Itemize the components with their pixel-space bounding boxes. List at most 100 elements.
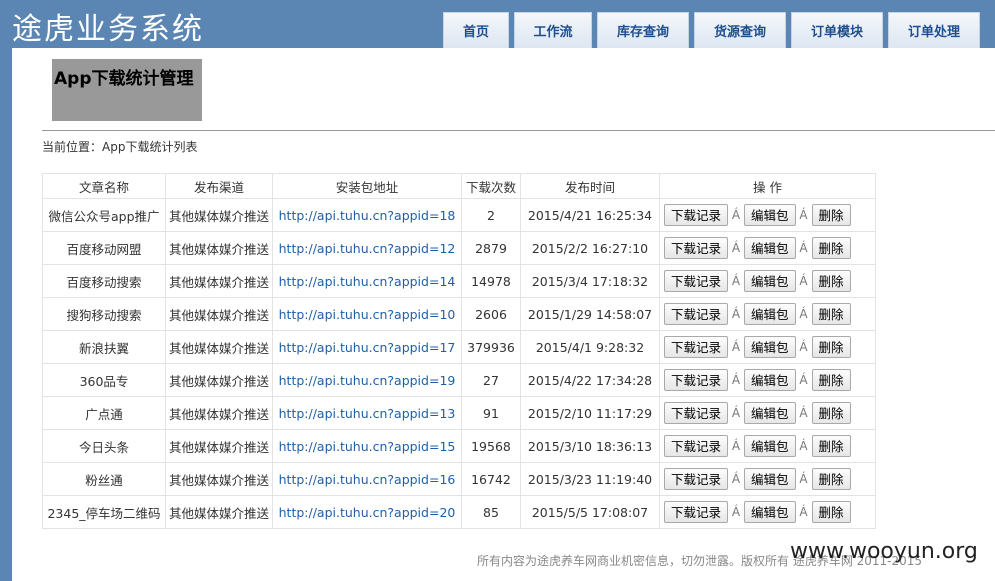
cell-article-name: 粉丝通 [42, 462, 166, 496]
separator-glyph: Á [799, 439, 808, 453]
tab-home[interactable]: 首页 [443, 12, 509, 48]
delete-button[interactable]: 删除 [811, 435, 851, 457]
edit-package-button[interactable]: 编辑包 [744, 468, 796, 490]
download-records-button[interactable]: 下载记录 [664, 369, 729, 391]
cell-channel: 其他媒体媒介推送 [165, 330, 273, 364]
cell-publish-time: 2015/4/21 16:25:34 [520, 198, 660, 232]
cell-channel: 其他媒体媒介推送 [165, 462, 273, 496]
main-content: App下载统计管理 当前位置：App下载统计列表 文章名称 发布渠道 安装包地址… [12, 48, 995, 581]
separator-glyph: Á [799, 373, 808, 387]
download-records-button[interactable]: 下载记录 [664, 336, 729, 358]
cell-download-count: 2879 [461, 231, 521, 265]
download-records-button[interactable]: 下载记录 [664, 237, 729, 259]
cell-package-url[interactable]: http://api.tuhu.cn?appid=18 [272, 198, 462, 232]
download-records-button[interactable]: 下载记录 [664, 204, 729, 226]
cell-channel: 其他媒体媒介推送 [165, 198, 273, 232]
edit-package-button[interactable]: 编辑包 [744, 435, 796, 457]
cell-publish-time: 2015/4/22 17:34:28 [520, 363, 660, 397]
separator-glyph: Á [799, 505, 808, 519]
download-records-button[interactable]: 下载记录 [664, 501, 729, 523]
table-row: 搜狗移动搜索 其他媒体媒介推送 http://api.tuhu.cn?appid=1… [42, 297, 876, 331]
cell-download-count: 2 [461, 198, 521, 232]
separator-glyph: Á [731, 373, 741, 387]
separator-glyph: Á [799, 274, 808, 288]
delete-button[interactable]: 删除 [811, 270, 851, 292]
watermark: www.wooyun.org [790, 539, 978, 564]
edit-package-button[interactable]: 编辑包 [744, 402, 796, 424]
cell-publish-time: 2015/4/1 9:28:32 [520, 330, 660, 364]
tab-orders[interactable]: 订单模块 [791, 12, 883, 48]
delete-button[interactable]: 删除 [811, 501, 851, 523]
separator-glyph: Á [731, 505, 741, 519]
edit-package-button[interactable]: 编辑包 [744, 270, 796, 292]
cell-package-url[interactable]: http://api.tuhu.cn?appid=20 [272, 495, 462, 529]
delete-button[interactable]: 删除 [811, 369, 851, 391]
tab-supply[interactable]: 货源查询 [694, 12, 786, 48]
cell-channel: 其他媒体媒介推送 [165, 363, 273, 397]
col-publish-time: 发布时间 [520, 173, 660, 199]
delete-button[interactable]: 删除 [811, 402, 851, 424]
delete-button[interactable]: 删除 [811, 336, 851, 358]
cell-channel: 其他媒体媒介推送 [165, 297, 273, 331]
edit-package-button[interactable]: 编辑包 [744, 303, 796, 325]
cell-channel: 其他媒体媒介推送 [165, 396, 273, 430]
cell-publish-time: 2015/3/23 11:19:40 [520, 462, 660, 496]
tab-inventory[interactable]: 库存查询 [597, 12, 689, 48]
delete-button[interactable]: 删除 [811, 237, 851, 259]
table-row: 百度移动网盟 其他媒体媒介推送 http://api.tuhu.cn?appid=1… [42, 231, 876, 265]
cell-package-url[interactable]: http://api.tuhu.cn?appid=19 [272, 363, 462, 397]
cell-channel: 其他媒体媒介推送 [165, 495, 273, 529]
cell-package-url[interactable]: http://api.tuhu.cn?appid=14 [272, 264, 462, 298]
table-header-row: 文章名称 发布渠道 安装包地址 下载次数 发布时间 操 作 [42, 173, 876, 199]
cell-package-url[interactable]: http://api.tuhu.cn?appid=13 [272, 396, 462, 430]
cell-download-count: 19568 [461, 429, 521, 463]
app-title: 途虎业务系统 [12, 12, 204, 47]
download-records-button[interactable]: 下载记录 [664, 435, 729, 457]
breadcrumb: 当前位置：App下载统计列表 [42, 140, 198, 154]
delete-button[interactable]: 删除 [811, 468, 851, 490]
cell-package-url[interactable]: http://api.tuhu.cn?appid=10 [272, 297, 462, 331]
cell-actions: 下载记录 Á 编辑包 Á 删除 [659, 198, 876, 232]
cell-channel: 其他媒体媒介推送 [165, 429, 273, 463]
cell-download-count: 85 [461, 495, 521, 529]
delete-button[interactable]: 删除 [811, 303, 851, 325]
tab-order-processing[interactable]: 订单处理 [888, 12, 980, 48]
separator-glyph: Á [731, 241, 741, 255]
download-records-button[interactable]: 下载记录 [664, 402, 729, 424]
cell-channel: 其他媒体媒介推送 [165, 231, 273, 265]
cell-package-url[interactable]: http://api.tuhu.cn?appid=17 [272, 330, 462, 364]
download-records-button[interactable]: 下载记录 [664, 303, 729, 325]
cell-package-url[interactable]: http://api.tuhu.cn?appid=16 [272, 462, 462, 496]
table-row: 今日头条 其他媒体媒介推送 http://api.tuhu.cn?appid=15 1… [42, 429, 876, 463]
download-records-button[interactable]: 下载记录 [664, 468, 729, 490]
separator-glyph: Á [731, 439, 741, 453]
cell-download-count: 2606 [461, 297, 521, 331]
cell-publish-time: 2015/3/4 17:18:32 [520, 264, 660, 298]
download-records-button[interactable]: 下载记录 [664, 270, 729, 292]
cell-article-name: 百度移动搜索 [42, 264, 166, 298]
cell-package-url[interactable]: http://api.tuhu.cn?appid=15 [272, 429, 462, 463]
cell-article-name: 广点通 [42, 396, 166, 430]
cell-download-count: 27 [461, 363, 521, 397]
col-actions: 操 作 [659, 173, 876, 199]
edit-package-button[interactable]: 编辑包 [744, 501, 796, 523]
cell-article-name: 百度移动网盟 [42, 231, 166, 265]
tab-workflow[interactable]: 工作流 [514, 12, 592, 48]
cell-actions: 下载记录 Á 编辑包 Á 删除 [659, 231, 876, 265]
edit-package-button[interactable]: 编辑包 [744, 204, 796, 226]
separator-glyph: Á [731, 274, 741, 288]
table-body: 微信公众号app推广 其他媒体媒介推送 http://api.tuhu.cn?app… [42, 198, 876, 529]
cell-download-count: 91 [461, 396, 521, 430]
table-row: 微信公众号app推广 其他媒体媒介推送 http://api.tuhu.cn?app… [42, 198, 876, 232]
cell-package-url[interactable]: http://api.tuhu.cn?appid=12 [272, 231, 462, 265]
delete-button[interactable]: 删除 [811, 204, 851, 226]
table-row: 360品专 其他媒体媒介推送 http://api.tuhu.cn?appid=19… [42, 363, 876, 397]
edit-package-button[interactable]: 编辑包 [744, 369, 796, 391]
edit-package-button[interactable]: 编辑包 [744, 336, 796, 358]
main-nav: 首页 工作流 库存查询 货源查询 订单模块 订单处理 [443, 12, 980, 48]
edit-package-button[interactable]: 编辑包 [744, 237, 796, 259]
cell-publish-time: 2015/1/29 14:58:07 [520, 297, 660, 331]
col-package-url: 安装包地址 [272, 173, 462, 199]
col-download-count: 下载次数 [461, 173, 521, 199]
cell-download-count: 14978 [461, 264, 521, 298]
